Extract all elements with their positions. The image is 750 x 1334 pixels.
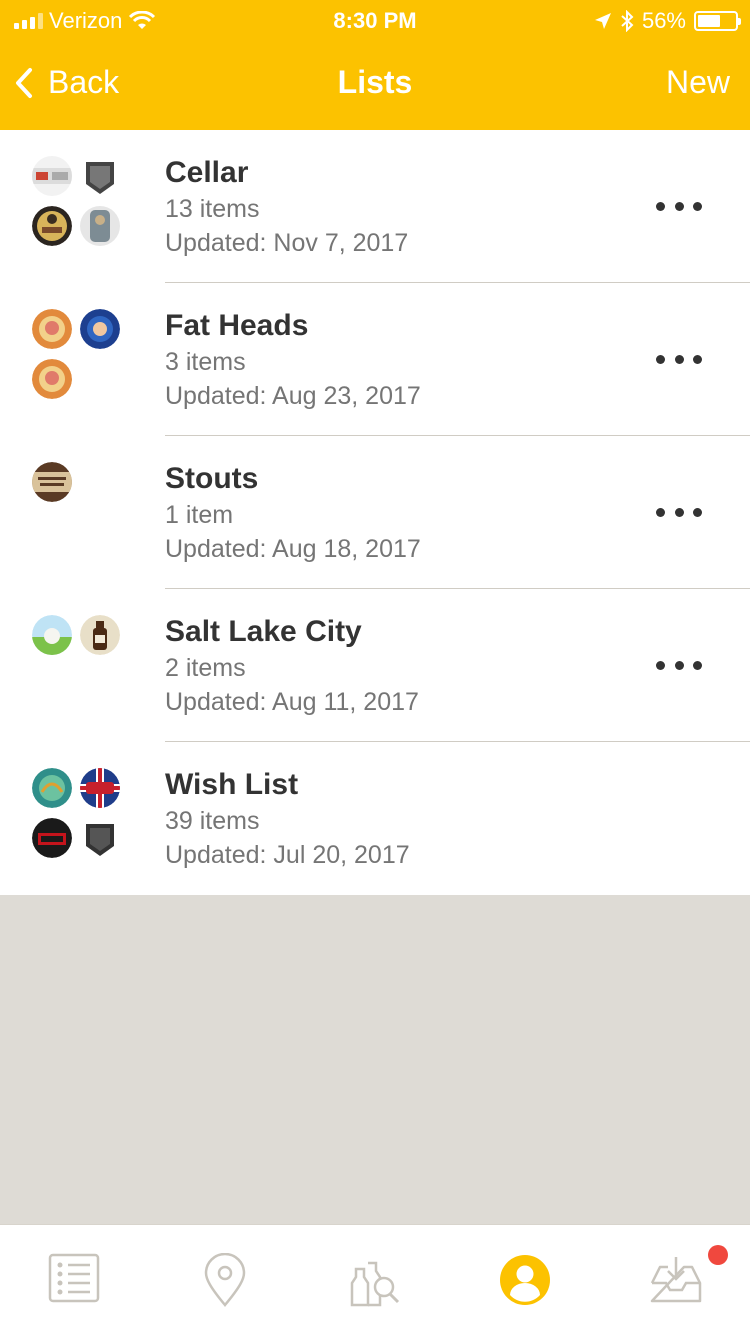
beer-label-thumbnail xyxy=(80,309,120,349)
list-item[interactable]: Wish List 39 items Updated: Jul 20, 2017 xyxy=(0,742,750,895)
list-updated: Updated: Jul 20, 2017 xyxy=(165,841,410,869)
tab-map[interactable] xyxy=(200,1252,260,1313)
list-name: Wish List xyxy=(165,768,299,801)
tab-inbox[interactable] xyxy=(648,1245,728,1313)
beer-thumbnails xyxy=(32,156,122,246)
profile-icon xyxy=(500,1255,550,1305)
beer-label-thumbnail xyxy=(32,156,72,196)
list-updated: Updated: Aug 11, 2017 xyxy=(165,688,419,716)
beer-label-thumbnail xyxy=(80,768,120,808)
top-bar: Verizon 8:30 PM 56% Back Lists New xyxy=(0,0,750,130)
notification-badge xyxy=(708,1245,728,1265)
list-item-text: Stouts 1 item Updated: Aug 18, 2017 xyxy=(165,460,421,566)
list-name: Salt Lake City xyxy=(165,615,362,648)
more-options-button[interactable] xyxy=(656,196,702,216)
more-options-button[interactable] xyxy=(656,502,702,522)
list-item-text: Salt Lake City 2 items Updated: Aug 11, … xyxy=(165,613,419,719)
beer-label-thumbnail xyxy=(32,818,72,858)
list-icon xyxy=(48,1253,100,1303)
tab-search[interactable] xyxy=(346,1253,406,1313)
tab-lists[interactable] xyxy=(46,1253,106,1313)
beer-label-thumbnail xyxy=(32,462,72,502)
list-count: 13 items xyxy=(165,195,260,223)
battery-icon xyxy=(694,11,741,31)
list-item-text: Wish List 39 items Updated: Jul 20, 2017 xyxy=(165,766,410,872)
list-name: Cellar xyxy=(165,156,249,189)
list-updated: Updated: Aug 23, 2017 xyxy=(165,382,421,410)
list-item-text: Cellar 13 items Updated: Nov 7, 2017 xyxy=(165,154,408,260)
beer-label-thumbnail xyxy=(32,206,72,246)
beer-label-thumbnail xyxy=(32,309,72,349)
beer-thumbnails xyxy=(32,462,122,552)
new-list-button[interactable]: New xyxy=(666,64,730,101)
page-title: Lists xyxy=(337,64,413,100)
list-updated: Updated: Nov 7, 2017 xyxy=(165,229,409,257)
list-item[interactable]: Salt Lake City 2 items Updated: Aug 11, … xyxy=(0,589,750,742)
beer-label-thumbnail xyxy=(80,156,120,196)
more-options-button[interactable] xyxy=(656,655,702,675)
list-count: 3 items xyxy=(165,348,246,376)
beer-label-thumbnail xyxy=(32,615,72,655)
navigation-bar: Back Lists New xyxy=(0,40,750,130)
bluetooth-icon xyxy=(621,10,634,32)
tab-profile[interactable] xyxy=(498,1253,558,1313)
beer-label-thumbnail xyxy=(32,768,72,808)
location-arrow-icon xyxy=(594,13,611,29)
beer-label-thumbnail xyxy=(80,615,120,655)
more-options-button[interactable] xyxy=(656,349,702,369)
lists-container: Cellar 13 items Updated: Nov 7, 2017 Fat… xyxy=(0,130,750,895)
battery-percent: 56% xyxy=(641,8,686,33)
list-count: 39 items xyxy=(165,807,260,835)
inbox-download-icon xyxy=(650,1257,702,1303)
list-count: 1 item xyxy=(165,501,234,529)
tab-bar xyxy=(0,1224,750,1334)
list-item-text: Fat Heads 3 items Updated: Aug 23, 2017 xyxy=(165,307,421,413)
list-item[interactable]: Stouts 1 item Updated: Aug 18, 2017 xyxy=(0,436,750,589)
list-updated: Updated: Aug 18, 2017 xyxy=(165,535,421,563)
beer-label-thumbnail xyxy=(32,359,72,399)
beer-label-thumbnail xyxy=(80,206,120,246)
status-right: 56% xyxy=(594,8,741,34)
list-count: 2 items xyxy=(165,654,246,682)
list-name: Stouts xyxy=(165,462,259,495)
list-item[interactable]: Fat Heads 3 items Updated: Aug 23, 2017 xyxy=(0,283,750,436)
beer-thumbnails xyxy=(32,615,122,705)
status-bar: Verizon 8:30 PM 56% xyxy=(0,0,750,40)
beer-label-thumbnail xyxy=(80,818,120,858)
list-item[interactable]: Cellar 13 items Updated: Nov 7, 2017 xyxy=(0,130,750,283)
beer-thumbnails xyxy=(32,309,122,399)
map-pin-icon xyxy=(204,1252,246,1307)
beer-thumbnails xyxy=(32,768,122,858)
beer-search-icon xyxy=(350,1261,400,1307)
list-name: Fat Heads xyxy=(165,309,309,342)
